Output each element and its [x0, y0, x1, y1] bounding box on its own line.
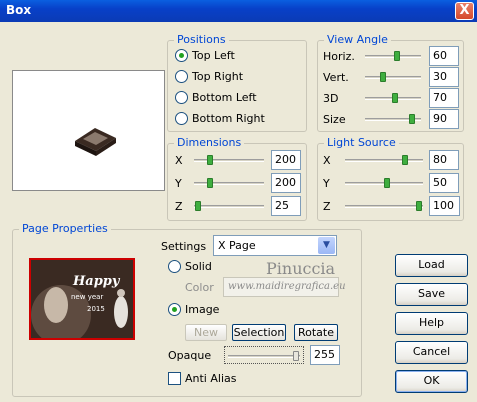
light-y-label: Y — [323, 177, 330, 190]
dim-y-label: Y — [175, 177, 182, 190]
image-text-new-year: new year — [71, 293, 104, 301]
anti-alias-option[interactable]: Anti Alias — [168, 372, 236, 385]
dimensions-title: Dimensions — [174, 136, 245, 149]
position-top-right[interactable]: Top Right — [175, 70, 243, 83]
dim-y-slider[interactable] — [194, 178, 264, 188]
box-preview-graphic — [75, 128, 116, 156]
radio-image[interactable] — [168, 303, 181, 316]
dim-y-value-input[interactable]: 200 — [271, 173, 301, 193]
opaque-label: Opaque — [168, 349, 212, 362]
image-label: Image — [185, 303, 220, 316]
save-button[interactable]: Save — [395, 283, 468, 306]
watermark-url: www.maidiregrafica.eu — [228, 281, 346, 292]
chevron-down-icon[interactable]: ▼ — [318, 237, 335, 254]
horiz-label: Horiz. — [323, 50, 355, 63]
anti-alias-checkbox[interactable] — [168, 372, 181, 385]
slider-thumb[interactable] — [416, 201, 422, 211]
slider-thumb[interactable] — [394, 51, 400, 61]
selection-button[interactable]: Selection — [232, 324, 286, 341]
settings-label: Settings — [161, 240, 207, 253]
help-button[interactable]: Help — [395, 312, 468, 335]
light-z-slider[interactable] — [345, 201, 423, 211]
page-image-thumbnail: Happy new year 2015 — [29, 258, 135, 340]
watermark-name: Pinuccia — [266, 259, 336, 278]
3d-value-input[interactable]: 70 — [429, 88, 459, 108]
image-text-year: 2015 — [87, 305, 105, 313]
cancel-button[interactable]: Cancel — [395, 341, 468, 364]
light-y-slider[interactable] — [345, 178, 423, 188]
solid-label: Solid — [185, 260, 212, 273]
settings-value: X Page — [218, 239, 256, 252]
radio-bottom-left[interactable] — [175, 91, 188, 104]
light-z-value-input[interactable]: 100 — [429, 196, 460, 216]
dim-x-label: X — [175, 154, 183, 167]
fill-image-option[interactable]: Image — [168, 303, 219, 316]
box-preview — [12, 70, 165, 191]
light-x-slider[interactable] — [345, 155, 423, 165]
position-label: Top Right — [192, 70, 244, 83]
vert-label: Vert. — [323, 71, 349, 84]
page-properties-title: Page Properties — [19, 222, 111, 235]
new-button[interactable]: New — [185, 324, 227, 341]
positions-title: Positions — [174, 33, 229, 46]
dim-z-slider[interactable] — [194, 201, 264, 211]
load-button[interactable]: Load — [395, 254, 468, 277]
dim-z-label: Z — [175, 200, 183, 213]
horiz-value-input[interactable]: 60 — [429, 46, 459, 66]
settings-select[interactable]: X Page ▼ — [213, 235, 337, 256]
radio-solid[interactable] — [168, 260, 181, 273]
slider-thumb[interactable] — [207, 155, 213, 165]
radio-bottom-right[interactable] — [175, 112, 188, 125]
slider-thumb[interactable] — [409, 114, 415, 124]
light-x-value-input[interactable]: 80 — [429, 150, 459, 170]
dim-x-slider[interactable] — [194, 155, 264, 165]
radio-top-left[interactable] — [175, 49, 188, 62]
position-label: Top Left — [192, 49, 235, 62]
slider-thumb[interactable] — [402, 155, 408, 165]
size-slider[interactable] — [365, 114, 421, 124]
dim-x-value-input[interactable]: 200 — [271, 150, 301, 170]
slider-thumb[interactable] — [207, 178, 213, 188]
vert-slider[interactable] — [365, 72, 421, 82]
rotate-button[interactable]: Rotate — [294, 324, 338, 341]
horiz-slider[interactable] — [365, 51, 421, 61]
light-x-label: X — [323, 154, 331, 167]
slider-thumb[interactable] — [380, 72, 386, 82]
view-angle-title: View Angle — [324, 33, 391, 46]
position-label: Bottom Left — [192, 91, 257, 104]
dim-z-value-input[interactable]: 25 — [271, 196, 301, 216]
close-icon: X — [459, 3, 470, 18]
slider-thumb[interactable] — [384, 178, 390, 188]
anti-alias-label: Anti Alias — [185, 372, 237, 385]
color-label: Color — [185, 281, 214, 294]
vert-value-input[interactable]: 30 — [429, 67, 459, 87]
3d-label: 3D — [323, 92, 339, 105]
size-label: Size — [323, 113, 346, 126]
window-title: Box — [6, 3, 32, 17]
ok-button[interactable]: OK — [395, 370, 468, 393]
light-source-title: Light Source — [324, 136, 399, 149]
3d-slider[interactable] — [365, 93, 421, 103]
position-top-left[interactable]: Top Left — [175, 49, 235, 62]
position-label: Bottom Right — [192, 112, 265, 125]
light-y-value-input[interactable]: 50 — [429, 173, 459, 193]
slider-thumb[interactable] — [195, 201, 201, 211]
light-z-label: Z — [323, 200, 331, 213]
close-button[interactable]: X — [455, 2, 474, 20]
position-bottom-left[interactable]: Bottom Left — [175, 91, 257, 104]
image-text-happy: Happy — [73, 274, 120, 289]
opaque-slider[interactable] — [224, 346, 304, 364]
slider-thumb[interactable] — [392, 93, 398, 103]
fill-solid-option[interactable]: Solid — [168, 260, 212, 273]
slider-thumb[interactable] — [293, 351, 299, 361]
title-bar: Box X — [0, 0, 477, 22]
opaque-value-input[interactable]: 255 — [310, 345, 340, 365]
size-value-input[interactable]: 90 — [429, 109, 459, 129]
position-bottom-right[interactable]: Bottom Right — [175, 112, 265, 125]
radio-top-right[interactable] — [175, 70, 188, 83]
